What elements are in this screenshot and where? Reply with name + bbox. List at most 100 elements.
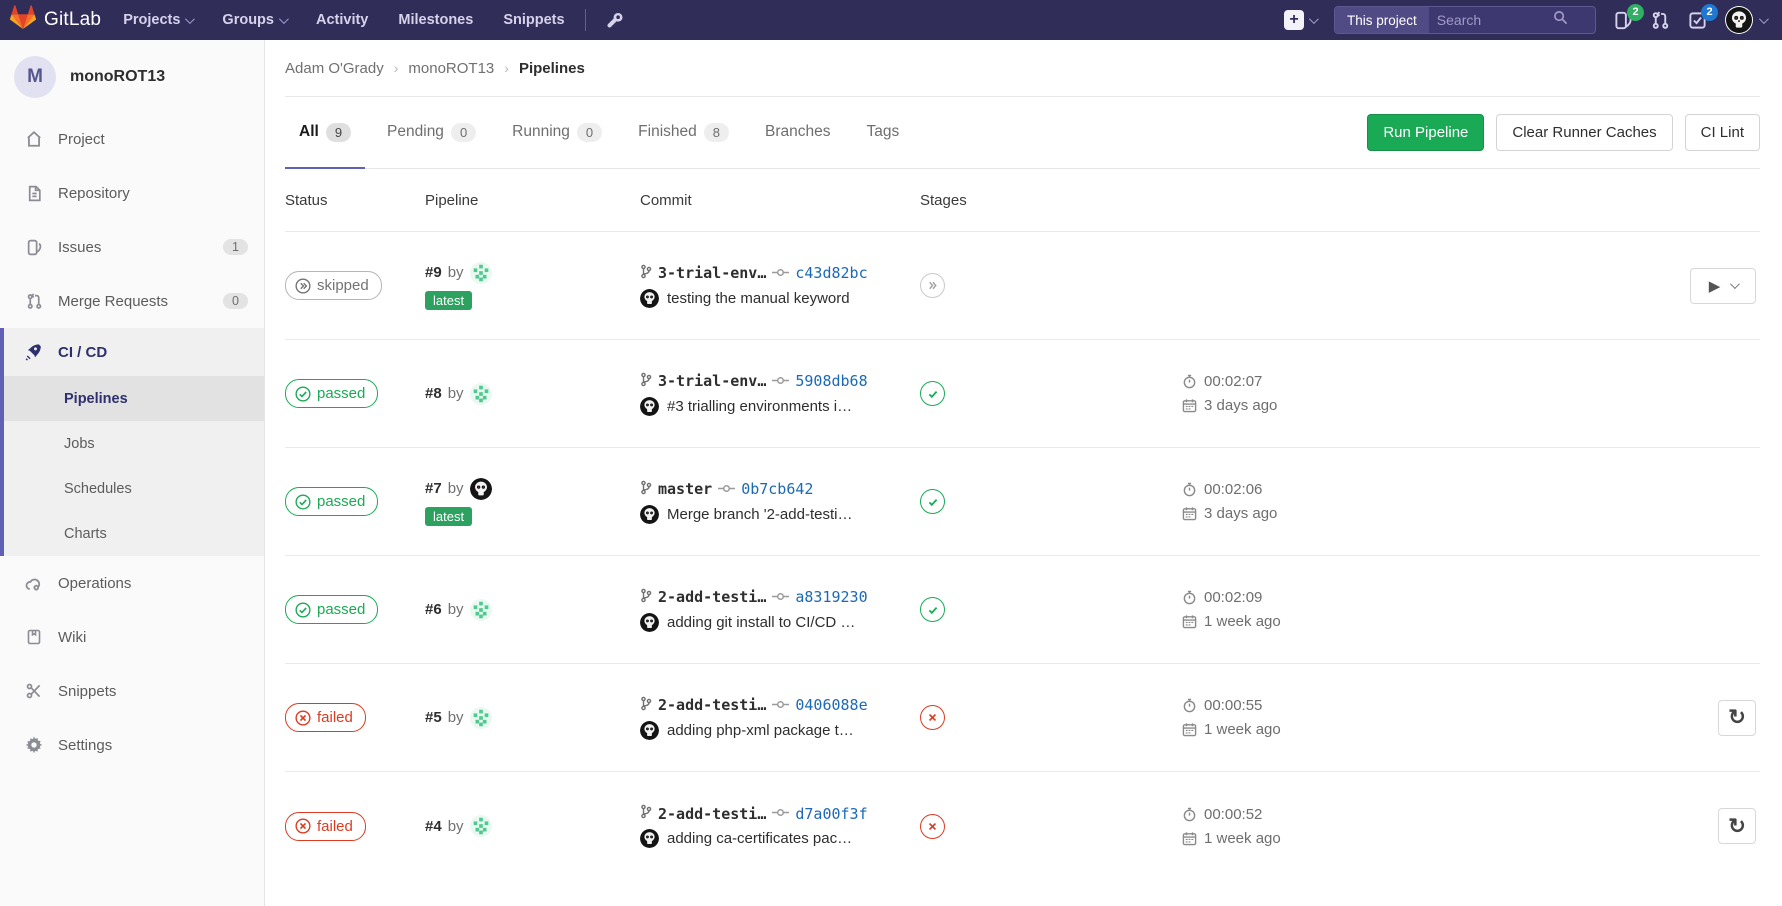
branch-link[interactable]: 3-trial-env… [658, 372, 766, 390]
sidebar-item-repository[interactable]: Repository [0, 166, 264, 220]
nav-groups[interactable]: Groups [222, 12, 286, 28]
sidebar-subitem-charts[interactable]: Charts [4, 511, 264, 556]
sidebar-item-project[interactable]: Project [0, 112, 264, 166]
status-badge-passed[interactable]: passed [285, 379, 378, 408]
commit-author-avatar[interactable] [640, 397, 659, 416]
pipeline-link[interactable]: #7 [425, 480, 442, 497]
status-badge-passed[interactable]: passed [285, 595, 378, 624]
commit-message-link[interactable]: Merge branch '2-add-testi… [667, 506, 852, 523]
sidebar-item-operations[interactable]: Operations [0, 556, 264, 610]
branch-link[interactable]: 2-add-testi… [658, 805, 766, 823]
pipeline-duration: 00:02:09 [1182, 589, 1470, 606]
commit-sha-link[interactable]: 0406088e [795, 696, 867, 714]
user-avatar [1725, 6, 1753, 34]
branch-link[interactable]: 3-trial-env… [658, 264, 766, 282]
commit-message-link[interactable]: adding php-xml package t… [667, 722, 854, 739]
stage-icon-failed[interactable] [920, 705, 945, 730]
stage-icon-passed[interactable] [920, 597, 945, 622]
commit-message-link[interactable]: adding ca-certificates pac… [667, 830, 852, 847]
commit-author-avatar[interactable] [640, 829, 659, 848]
triggerer-avatar[interactable] [470, 262, 492, 284]
project-name: monoROT13 [70, 68, 165, 86]
sidebar-item-merge-requests[interactable]: Merge Requests 0 [0, 274, 264, 328]
issues-nav-icon[interactable]: 2 [1614, 11, 1633, 30]
tab-finished[interactable]: Finished8 [624, 97, 743, 169]
pipeline-row: passed #6 by [285, 556, 1760, 664]
pipeline-link[interactable]: #4 [425, 818, 442, 835]
nav-snippets[interactable]: Snippets [503, 12, 564, 28]
sidebar-item-issues[interactable]: Issues 1 [0, 220, 264, 274]
commit-author-avatar[interactable] [640, 721, 659, 740]
stage-icon-passed[interactable] [920, 381, 945, 406]
triggerer-avatar[interactable] [470, 478, 492, 500]
branch-link[interactable]: 2-add-testi… [658, 588, 766, 606]
gear-icon [24, 736, 44, 754]
retry-pipeline-button[interactable]: ↻ [1718, 700, 1756, 736]
branch-link[interactable]: 2-add-testi… [658, 696, 766, 714]
breadcrumb-user[interactable]: Adam O'Grady [285, 60, 384, 77]
retry-pipeline-button[interactable]: ↻ [1718, 808, 1756, 844]
latest-badge: latest [425, 291, 472, 310]
triggerer-avatar[interactable] [470, 599, 492, 621]
commit-author-avatar[interactable] [640, 289, 659, 308]
project-header[interactable]: M monoROT13 [0, 40, 264, 112]
stage-icon-skipped[interactable] [920, 273, 945, 298]
stage-icon-failed[interactable] [920, 814, 945, 839]
run-pipeline-button[interactable]: Run Pipeline [1367, 114, 1484, 151]
commit-sha-link[interactable]: c43d82bc [795, 264, 867, 282]
pipeline-row: skipped #9 by latest [285, 232, 1760, 340]
merge-requests-nav-icon[interactable] [1651, 11, 1670, 30]
col-header-pipeline: Pipeline [425, 192, 640, 209]
col-header-commit: Commit [640, 192, 920, 209]
commit-sha-link[interactable]: 0b7cb642 [741, 480, 813, 498]
triggerer-avatar[interactable] [470, 383, 492, 405]
breadcrumb-project[interactable]: monoROT13 [408, 60, 494, 77]
stage-icon-passed[interactable] [920, 489, 945, 514]
search-bar[interactable]: This project [1334, 6, 1596, 34]
nav-activity[interactable]: Activity [316, 12, 368, 28]
col-header-stages: Stages [920, 192, 1150, 209]
commit-message-link[interactable]: adding git install to CI/CD … [667, 614, 855, 631]
tab-pending[interactable]: Pending0 [373, 97, 490, 169]
commit-sha-link[interactable]: 5908db68 [795, 372, 867, 390]
search-input[interactable] [1437, 12, 1547, 28]
sidebar-item-settings[interactable]: Settings [0, 718, 264, 772]
pipeline-link[interactable]: #9 [425, 264, 442, 281]
clear-runner-caches-button[interactable]: Clear Runner Caches [1496, 114, 1672, 151]
nav-projects[interactable]: Projects [123, 12, 192, 28]
commit-author-avatar[interactable] [640, 613, 659, 632]
gitlab-logo[interactable]: GitLab [10, 5, 101, 35]
commit-sha-link[interactable]: a8319230 [795, 588, 867, 606]
pipeline-link[interactable]: #8 [425, 385, 442, 402]
tab-branches[interactable]: Branches [751, 97, 844, 169]
sidebar-subitem-jobs[interactable]: Jobs [4, 421, 264, 466]
triggerer-avatar[interactable] [470, 815, 492, 837]
tab-running[interactable]: Running0 [498, 97, 616, 169]
status-badge-failed[interactable]: failed [285, 812, 366, 841]
triggerer-avatar[interactable] [470, 707, 492, 729]
admin-wrench-icon[interactable] [606, 12, 623, 29]
manual-action-dropdown[interactable]: ▶ [1690, 268, 1756, 304]
tab-tags[interactable]: Tags [852, 97, 913, 169]
status-badge-skipped[interactable]: skipped [285, 271, 382, 300]
todos-nav-icon[interactable]: 2 [1688, 11, 1707, 30]
status-badge-passed[interactable]: passed [285, 487, 378, 516]
nav-milestones[interactable]: Milestones [398, 12, 473, 28]
ci-lint-button[interactable]: CI Lint [1685, 114, 1760, 151]
sidebar-item-snippets[interactable]: Snippets [0, 664, 264, 718]
commit-message-link[interactable]: #3 trialling environments i… [667, 398, 852, 415]
pipeline-link[interactable]: #6 [425, 601, 442, 618]
commit-author-avatar[interactable] [640, 505, 659, 524]
status-badge-failed[interactable]: failed [285, 703, 366, 732]
new-menu-button[interactable]: + [1284, 10, 1316, 30]
commit-sha-link[interactable]: d7a00f3f [795, 805, 867, 823]
pipeline-link[interactable]: #5 [425, 709, 442, 726]
tab-all[interactable]: All9 [285, 97, 365, 169]
sidebar-item-wiki[interactable]: Wiki [0, 610, 264, 664]
sidebar-subitem-pipelines[interactable]: Pipelines [4, 376, 264, 421]
branch-link[interactable]: master [658, 480, 712, 498]
user-menu[interactable] [1725, 6, 1766, 34]
sidebar-item-ci-cd[interactable]: CI / CD [4, 328, 264, 376]
sidebar-subitem-schedules[interactable]: Schedules [4, 466, 264, 511]
commit-message-link[interactable]: testing the manual keyword [667, 290, 850, 307]
